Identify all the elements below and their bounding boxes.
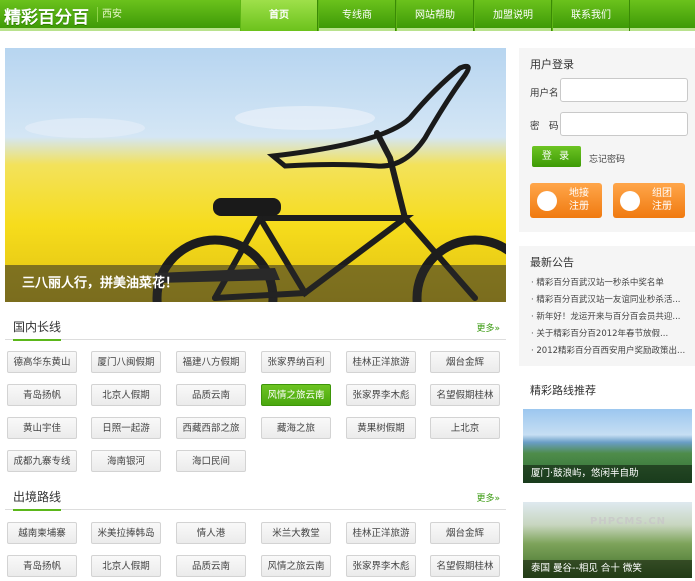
site-logo[interactable]: 精彩百分百 [4,3,89,28]
overseas-route-button[interactable]: 张家界李木彪 [346,555,416,577]
domestic-route-button[interactable]: 黄山宇佳 [7,417,77,439]
domestic-route-button[interactable]: 北京人假期 [91,384,161,406]
domestic-route-button[interactable]: 西藏西部之旅 [176,417,246,439]
nav-home[interactable]: 首页 [240,0,318,31]
overseas-section-title: 出境路线 [13,488,62,511]
notice-item[interactable]: · 2012精彩百分百西安用户奖励政策出... [531,344,689,356]
domestic-more-link[interactable]: 更多» [476,321,500,334]
notice-item[interactable]: · 新年好！龙运开来与百分百会员共迎... [531,310,689,322]
notice-item[interactable]: · 关于精彩百分百2012年春节放假... [531,327,689,339]
nav-join[interactable]: 加盟说明 [474,0,552,31]
overseas-more-link[interactable]: 更多» [476,491,500,504]
notice-item[interactable]: · 精彩百分百武汉站一秒杀中奖名单 [531,276,689,288]
domestic-route-button[interactable]: 黄果树假期 [346,417,416,439]
register-group-button[interactable]: 组团 注册 [613,183,685,218]
forgot-password-link[interactable]: 忘记密码 [589,152,625,165]
login-button[interactable]: 登 录 [532,146,581,167]
logo-text: 精彩百分百 [4,7,89,28]
domestic-route-button[interactable]: 上北京 [430,417,500,439]
city-label[interactable]: 西安 [97,7,122,22]
notice-title: 最新公告 [530,256,574,269]
domestic-route-button[interactable]: 日照一起游 [91,417,161,439]
overseas-route-button[interactable]: 越南柬埔寨 [7,522,77,544]
domestic-route-button[interactable]: 风情之旅云南 [261,384,331,406]
username-label: 用户名 [530,88,559,99]
domestic-route-button[interactable]: 厦门八闽假期 [91,351,161,373]
nav-contact[interactable]: 联系我们 [552,0,630,31]
pencil-icon [537,191,557,211]
domestic-route-button[interactable]: 张家界纳百利 [261,351,331,373]
overseas-section-header: 出境路线 更多» [5,484,506,511]
overseas-route-button[interactable]: 品质云南 [176,555,246,577]
overseas-route-button[interactable]: 名望假期桂林 [430,555,500,577]
domestic-route-button[interactable]: 烟台金辉 [430,351,500,373]
nav-help[interactable]: 网站帮助 [396,0,474,31]
hero-banner[interactable]: 三八丽人行，拼美油菜花！ [5,48,506,302]
top-header: 精彩百分百 西安 首页 专线商 网站帮助 加盟说明 联系我们 [0,0,695,31]
overseas-route-button[interactable]: 风情之旅云南 [261,555,331,577]
recommend-item[interactable]: 厦门·鼓浪屿，悠闲半自助 [523,409,692,483]
register-agent-button[interactable]: 地接 注册 [530,183,602,218]
login-title: 用户登录 [530,58,574,71]
domestic-section-header: 国内长线 更多» [5,314,506,341]
password-field[interactable] [560,112,688,136]
overseas-route-button[interactable]: 烟台金辉 [430,522,500,544]
domestic-route-button[interactable]: 海口民间 [176,450,246,472]
overseas-route-button[interactable]: 米兰大教堂 [261,522,331,544]
notice-panel: 最新公告 · 精彩百分百武汉站一秒杀中奖名单 · 精彩百分百武汉站一友谊同业秒杀… [519,246,695,366]
main-nav: 首页 专线商 网站帮助 加盟说明 联系我们 [240,0,630,31]
domestic-route-button[interactable]: 品质云南 [176,384,246,406]
username-field[interactable] [560,78,688,102]
nav-line-dealers[interactable]: 专线商 [318,0,396,31]
domestic-route-button[interactable]: 海南银河 [91,450,161,472]
banner-caption: 三八丽人行，拼美油菜花！ [5,265,506,302]
group-icon [620,191,640,211]
watermark-text: PHPCMS.CN [590,516,667,527]
domestic-route-button[interactable]: 成都九寨专线 [7,450,77,472]
domestic-route-button[interactable]: 青岛扬帆 [7,384,77,406]
overseas-route-button[interactable]: 米美拉捧韩岛 [91,522,161,544]
register-group-label: 组团 注册 [652,188,672,212]
domestic-route-button[interactable]: 藏海之旅 [261,417,331,439]
overseas-route-button[interactable]: 青岛扬帆 [7,555,77,577]
recommend-caption: 泰国 曼谷--相见 合十 微笑 [523,560,692,578]
overseas-route-button[interactable]: 桂林正洋旅游 [346,522,416,544]
recommend-caption: 厦门·鼓浪屿，悠闲半自助 [523,465,692,483]
register-agent-label: 地接 注册 [569,188,589,212]
domestic-route-button[interactable]: 桂林正洋旅游 [346,351,416,373]
domestic-route-button[interactable]: 德高华东黄山 [7,351,77,373]
recommend-title: 精彩路线推荐 [530,384,596,397]
overseas-route-button[interactable]: 北京人假期 [91,555,161,577]
recommend-item[interactable]: 泰国 曼谷--相见 合十 微笑 [523,502,692,578]
overseas-route-button[interactable]: 情人港 [176,522,246,544]
domestic-route-button[interactable]: 名望假期桂林 [430,384,500,406]
login-panel: 用户登录 用户名 密 码 登 录 忘记密码 地接 注册 组团 注册 [519,48,695,232]
notice-item[interactable]: · 精彩百分百武汉站一友谊同业秒杀活... [531,293,689,305]
domestic-route-button[interactable]: 福建八方假期 [176,351,246,373]
domestic-route-button[interactable]: 张家界李木彪 [346,384,416,406]
password-label: 密 码 [530,121,559,132]
bicycle-illustration [25,63,506,302]
domestic-section-title: 国内长线 [13,318,62,341]
